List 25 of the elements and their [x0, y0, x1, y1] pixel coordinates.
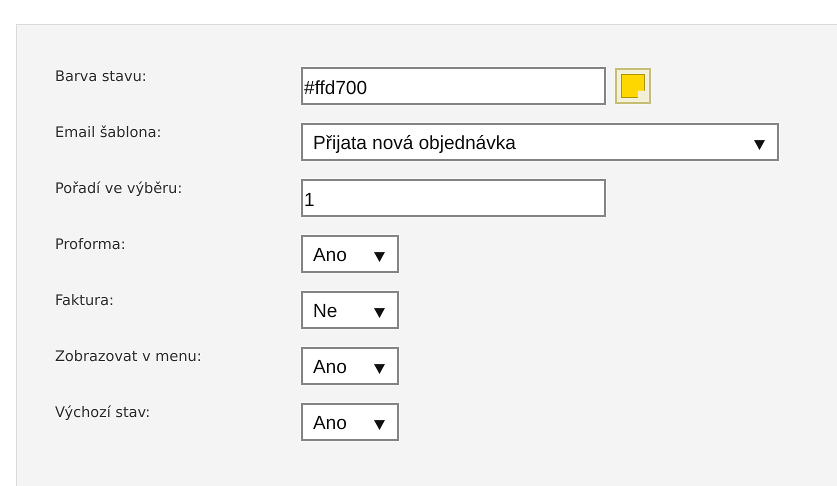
caret-icon [374, 250, 385, 262]
caret-icon [374, 306, 385, 318]
dropdown[interactable]: Ano [301, 347, 399, 385]
color-picker-button[interactable] [615, 68, 651, 104]
dropdown[interactable]: Ano [301, 403, 399, 441]
field-label: Email šablona: [55, 124, 162, 141]
field-label: Barva stavu: [55, 68, 148, 85]
field-label: Pořadí ve výběru: [55, 180, 184, 197]
dropdown[interactable]: Ano [301, 235, 399, 273]
input-field[interactable]: 1 [301, 179, 606, 217]
dropdown[interactable]: Přijata nová objednávka [301, 123, 779, 161]
caret-icon [374, 362, 385, 374]
field-label: Výchozí stav: [55, 404, 152, 421]
dropdown[interactable]: Ne [301, 291, 399, 329]
caret-icon [374, 418, 385, 430]
dropdown-value: Ano [313, 413, 347, 435]
field-label: Faktura: [55, 292, 115, 309]
field-label: Zobrazovat v menu: [55, 348, 203, 365]
dropdown-value: Přijata nová objednávka [313, 133, 516, 155]
dropdown-value: Ano [313, 357, 347, 379]
dropdown-value: Ne [313, 301, 338, 323]
color-field[interactable]: #ffd700 [301, 67, 606, 105]
caret-icon [754, 138, 765, 150]
dropdown-value: Ano [313, 245, 347, 267]
field-label: Proforma: [55, 236, 127, 253]
